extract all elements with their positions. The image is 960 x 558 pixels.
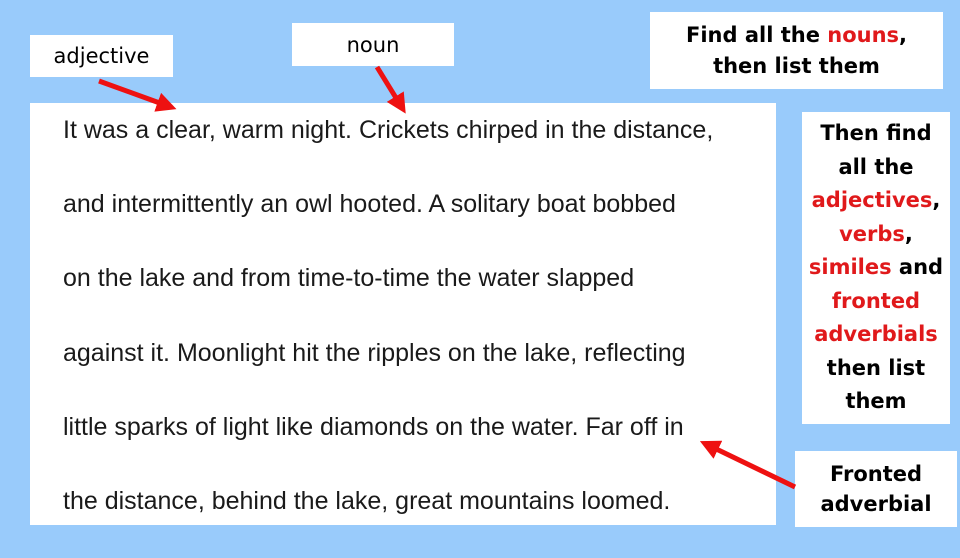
passage-line: little sparks of light like diamonds on … — [63, 412, 684, 441]
adjective-label: adjective — [30, 35, 173, 77]
noun-label-text: noun — [346, 32, 400, 57]
punctuation: , — [932, 188, 941, 213]
instruction-find-nouns-text: Find all the nouns, then list them — [656, 20, 937, 82]
adjective-label-text: adjective — [53, 44, 150, 68]
highlight-similes: similes — [808, 255, 892, 280]
instruction-find-more: Then find all the adjectives, verbs, sim… — [802, 112, 950, 424]
noun-label: noun — [292, 23, 454, 66]
fronted-adverbial-text: adverbial — [820, 492, 932, 516]
passage-line: on the lake and from time-to-time the wa… — [63, 264, 635, 293]
passage-line: the distance, behind the lake, great mou… — [63, 486, 671, 515]
passage-line: It was a clear, warm night. Crickets chi… — [63, 116, 714, 144]
passage-line: against it. Moonlight hit the ripples on… — [63, 338, 686, 367]
fronted-adverbial-label: Fronted adverbial — [795, 451, 957, 527]
instruction-text: then list them — [826, 355, 926, 414]
story-passage: It was a clear, warm night. Crickets chi… — [30, 103, 776, 525]
passage-line: and intermittently an owl hooted. A soli… — [63, 190, 676, 219]
highlight-verbs: verbs — [839, 221, 905, 246]
punctuation: , — [904, 221, 913, 246]
instruction-find-nouns: Find all the nouns, then list them — [650, 12, 943, 89]
instruction-text: and — [891, 255, 944, 280]
highlight-nouns: nouns — [827, 22, 900, 47]
instruction-text: Find all the — [685, 22, 828, 47]
fronted-adverbial-text: Fronted — [829, 462, 923, 486]
highlight-adjectives: adjectives — [811, 188, 933, 213]
noun-arrow-icon — [374, 65, 406, 114]
instruction-text: Then find all the — [820, 121, 932, 179]
highlight-fronted-adverbials: fronted adverbials — [814, 288, 938, 347]
instruction-find-more-text: Then find all the adjectives, verbs, sim… — [806, 117, 946, 419]
